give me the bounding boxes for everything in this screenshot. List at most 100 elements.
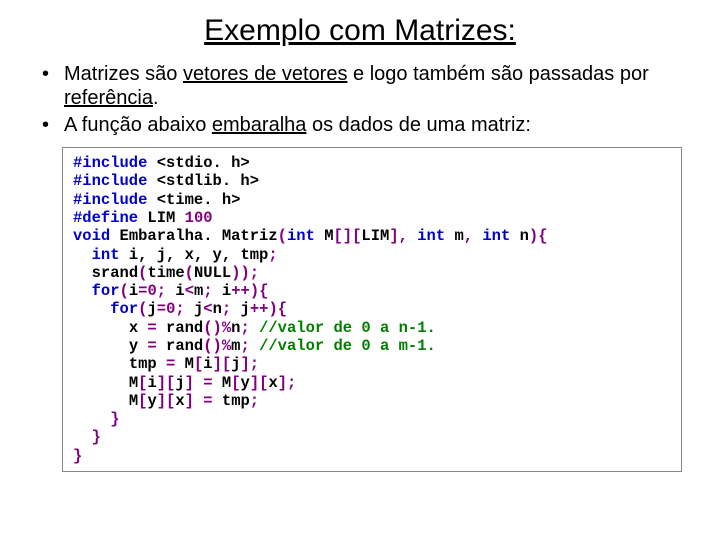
code-text: Embaralha. Matriz bbox=[120, 227, 278, 245]
code-op: < bbox=[203, 300, 212, 318]
code-op: [ bbox=[194, 355, 203, 373]
code-op: = bbox=[203, 374, 222, 392]
code-op: ; bbox=[240, 319, 259, 337]
slide-title: Exemplo com Matrizes: bbox=[30, 14, 690, 48]
code-text: <stdlib. h> bbox=[157, 172, 259, 190]
code-op: ][ bbox=[157, 392, 176, 410]
code-text: n bbox=[213, 300, 222, 318]
code-text: rand bbox=[166, 337, 203, 355]
code-comment: //valor de 0 a m-1. bbox=[259, 337, 436, 355]
code-op: ] bbox=[185, 374, 204, 392]
code-op: ( bbox=[120, 282, 129, 300]
code-block: #include <stdio. h> #include <stdlib. h>… bbox=[62, 147, 682, 472]
code-text: M bbox=[129, 374, 138, 392]
code-op: ][ bbox=[213, 355, 232, 373]
code-indent bbox=[73, 246, 92, 264]
code-op: = bbox=[147, 337, 166, 355]
code-op: ( bbox=[278, 227, 287, 245]
code-text: i, j, x, y, tmp bbox=[129, 246, 269, 264]
code-op: ], bbox=[389, 227, 417, 245]
code-indent bbox=[73, 355, 129, 373]
code-op: [][ bbox=[334, 227, 362, 245]
code-indent bbox=[73, 337, 129, 355]
code-op: ()% bbox=[203, 337, 231, 355]
bullet-item: A função abaixo embaralha os dados de um… bbox=[40, 113, 690, 137]
code-keyword: #define bbox=[73, 209, 147, 227]
code-number: 100 bbox=[185, 209, 213, 227]
code-indent bbox=[73, 374, 129, 392]
code-op: , bbox=[464, 227, 483, 245]
code-number: 0 bbox=[166, 300, 175, 318]
code-op: ( bbox=[185, 264, 194, 282]
bullet-text: Matrizes são bbox=[64, 63, 183, 85]
code-text: M bbox=[324, 227, 333, 245]
code-keyword: int bbox=[417, 227, 454, 245]
code-op: ; bbox=[240, 337, 259, 355]
code-text: m bbox=[454, 227, 463, 245]
code-indent bbox=[73, 319, 129, 337]
bullet-item: Matrizes são vetores de vetores e logo t… bbox=[40, 62, 690, 111]
bullet-text: e logo também são passadas por bbox=[347, 63, 648, 85]
code-keyword: for bbox=[92, 282, 120, 300]
code-text: time bbox=[147, 264, 184, 282]
code-op: = bbox=[166, 355, 185, 373]
bullet-list: Matrizes são vetores de vetores e logo t… bbox=[30, 62, 690, 137]
code-op: ; bbox=[222, 300, 231, 318]
code-text: x bbox=[175, 392, 184, 410]
bullet-text: os dados de uma matriz: bbox=[306, 114, 531, 136]
code-indent bbox=[73, 264, 92, 282]
code-text: NULL bbox=[194, 264, 231, 282]
code-text: srand bbox=[92, 264, 139, 282]
code-indent bbox=[73, 392, 129, 410]
underlined-text: embaralha bbox=[212, 114, 307, 136]
code-keyword: void bbox=[73, 227, 120, 245]
code-text: M bbox=[129, 392, 138, 410]
slide: Exemplo com Matrizes: Matrizes são vetor… bbox=[0, 0, 720, 482]
code-text: j bbox=[147, 300, 156, 318]
code-op: ; bbox=[268, 246, 277, 264]
code-op: )); bbox=[231, 264, 259, 282]
code-brace: } bbox=[73, 447, 82, 465]
code-op: ()% bbox=[203, 319, 231, 337]
code-op: < bbox=[185, 282, 194, 300]
code-text: i bbox=[203, 355, 212, 373]
code-op: ][ bbox=[157, 374, 176, 392]
code-op: [ bbox=[231, 374, 240, 392]
code-text: <stdio. h> bbox=[157, 154, 250, 172]
code-op: ] bbox=[185, 392, 204, 410]
code-text: j bbox=[175, 374, 184, 392]
code-text: i bbox=[147, 374, 156, 392]
code-text: y bbox=[241, 374, 250, 392]
code-text: y bbox=[147, 392, 156, 410]
code-op: ][ bbox=[250, 374, 269, 392]
code-op: ; bbox=[157, 282, 166, 300]
code-op: ; bbox=[175, 300, 184, 318]
code-op: ; bbox=[250, 392, 259, 410]
code-indent bbox=[73, 300, 110, 318]
code-text: i bbox=[129, 282, 138, 300]
code-text: LIM bbox=[361, 227, 389, 245]
code-brace: } bbox=[73, 410, 120, 428]
code-text: j bbox=[231, 300, 250, 318]
code-op: ]; bbox=[241, 355, 260, 373]
code-keyword: #include bbox=[73, 172, 157, 190]
code-keyword: int bbox=[92, 246, 129, 264]
code-keyword: for bbox=[110, 300, 138, 318]
code-op: ++){ bbox=[250, 300, 287, 318]
code-keyword: #include bbox=[73, 154, 157, 172]
code-text: LIM bbox=[147, 209, 184, 227]
code-op: = bbox=[147, 319, 166, 337]
code-keyword: int bbox=[482, 227, 519, 245]
code-text: n bbox=[520, 227, 529, 245]
code-number: 0 bbox=[147, 282, 156, 300]
code-text: y bbox=[129, 337, 148, 355]
code-op: = bbox=[157, 300, 166, 318]
code-text: i bbox=[166, 282, 185, 300]
code-text: M bbox=[185, 355, 194, 373]
bullet-text: A função abaixo bbox=[64, 114, 212, 136]
code-text: tmp bbox=[222, 392, 250, 410]
code-text: rand bbox=[166, 319, 203, 337]
code-text: tmp bbox=[129, 355, 166, 373]
code-comment: //valor de 0 a n-1. bbox=[259, 319, 436, 337]
code-text: j bbox=[185, 300, 204, 318]
